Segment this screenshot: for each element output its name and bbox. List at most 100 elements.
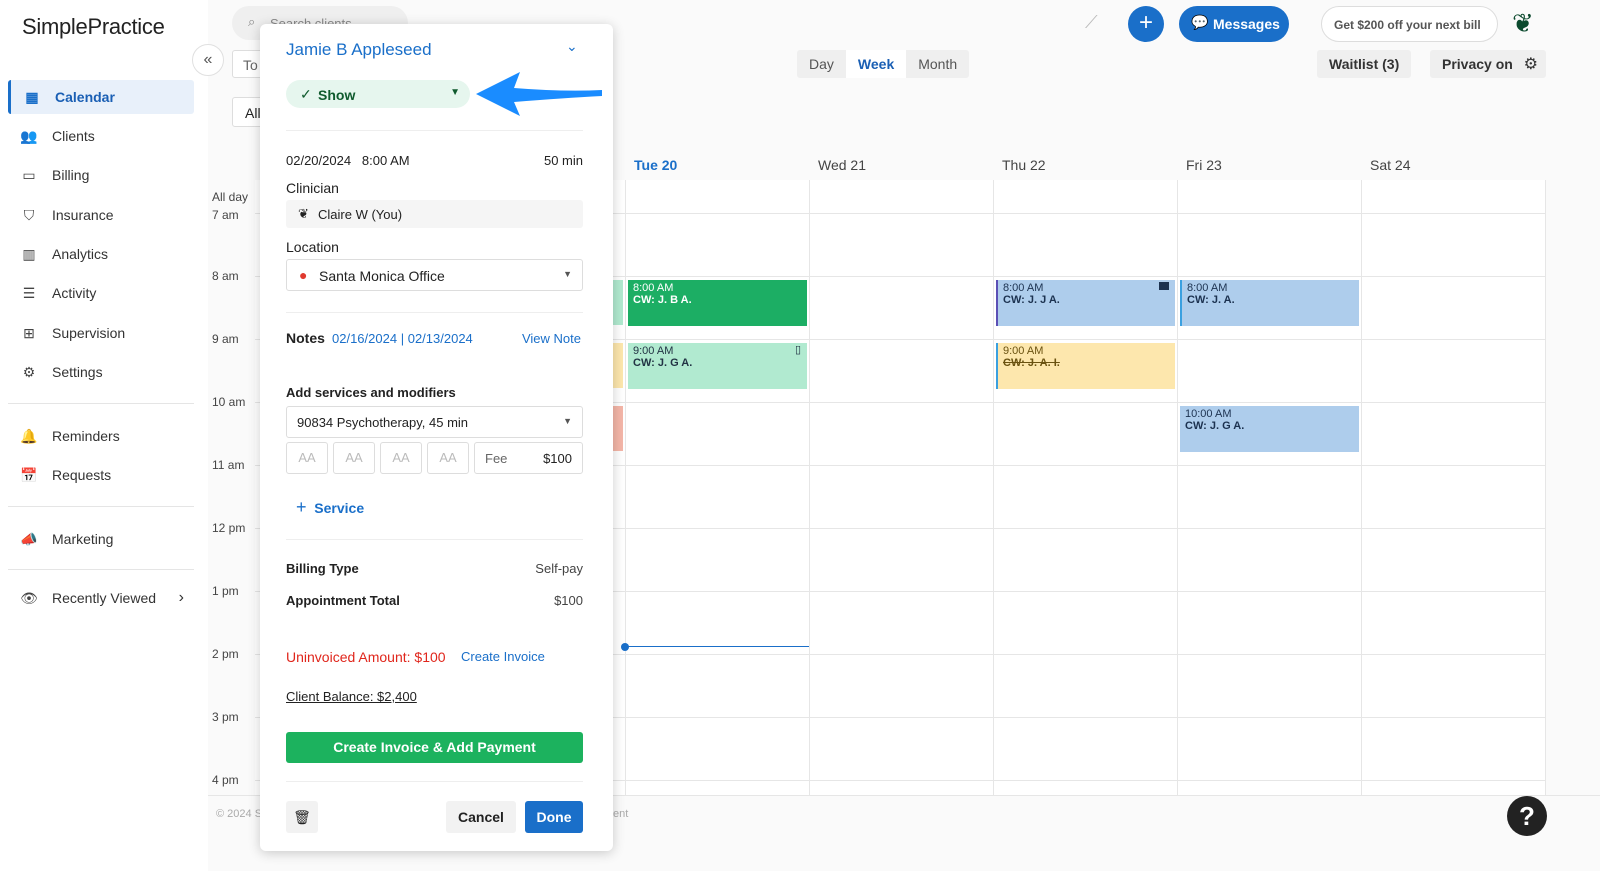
sidebar-item-billing[interactable]: ▭ Billing	[8, 158, 194, 192]
copyright: © 2024 S	[216, 808, 263, 820]
sidebar-item-settings[interactable]: ⚙ Settings	[8, 355, 194, 389]
cancel-button[interactable]: Cancel	[446, 801, 516, 833]
current-time-dot	[621, 643, 629, 651]
view-week[interactable]: Week	[845, 50, 907, 78]
hour-label: 12 pm	[212, 521, 246, 535]
status-select[interactable]: ✓ Show ▼	[286, 80, 470, 108]
hour-label: 7 am	[212, 208, 239, 222]
event-title: CW: J. J A.	[1003, 294, 1060, 306]
add-service-button[interactable]: + Service	[296, 497, 364, 518]
promo-button[interactable]: Get $200 off your next bill	[1321, 6, 1498, 42]
note-link[interactable]: 02/16/2024	[332, 331, 397, 346]
column-divider	[993, 180, 994, 795]
privacy-toggle[interactable]: Privacy on ⚙	[1430, 50, 1546, 78]
column-divider	[1177, 180, 1178, 795]
calendar-event[interactable]: 9:00 AM CW: J. A. I.	[996, 343, 1175, 389]
column-divider	[1361, 180, 1362, 795]
calendar-event[interactable]: 8:00 AM CW: J. A.	[1180, 280, 1359, 326]
calendar-event[interactable]	[613, 280, 623, 325]
modifier-input[interactable]: AA	[333, 442, 375, 474]
view-month[interactable]: Month	[906, 50, 969, 78]
sidebar-item-supervision[interactable]: ⊞ Supervision	[8, 316, 194, 350]
sidebar-item-marketing[interactable]: 📣 Marketing	[8, 522, 194, 556]
divider	[286, 539, 583, 540]
sidebar-item-label: Analytics	[52, 246, 109, 262]
modifier-input[interactable]: AA	[427, 442, 469, 474]
create-invoice-payment-button[interactable]: Create Invoice & Add Payment	[286, 732, 583, 763]
collapse-sidebar-button[interactable]: «	[192, 44, 224, 76]
chevron-down-icon[interactable]: ⌄	[566, 38, 578, 55]
sidebar-item-label: Reminders	[52, 428, 120, 444]
sidebar-item-insurance[interactable]: ⛉ Insurance	[8, 198, 194, 232]
calendar-event[interactable]	[613, 343, 623, 388]
done-button[interactable]: Done	[525, 801, 583, 833]
trend-icon[interactable]: ⟋	[1085, 12, 1098, 33]
status-label: Show	[318, 87, 356, 103]
billing-type-label: Billing Type	[286, 561, 359, 576]
sidebar-item-activity[interactable]: ☰ Activity	[8, 276, 194, 310]
event-title: CW: J. A. I.	[1003, 357, 1060, 369]
footer-link: ent	[613, 808, 629, 820]
hour-label: 8 am	[212, 269, 239, 283]
sidebar-item-requests[interactable]: 📅 Requests	[8, 458, 194, 492]
shield-icon: ⛉	[23, 206, 35, 223]
calendar-plus-icon: 📅	[20, 466, 38, 483]
bell-icon: 🔔	[20, 427, 38, 444]
map-pin-icon: ●	[299, 267, 308, 283]
help-button[interactable]: ?	[1507, 796, 1547, 836]
modifier-input[interactable]: AA	[286, 442, 328, 474]
location-select[interactable]: ● Santa Monica Office ▼	[286, 259, 583, 291]
delete-button[interactable]: 🗑	[286, 801, 318, 833]
appointment-datetime[interactable]: 02/20/2024 8:00 AM	[286, 153, 410, 168]
hour-label: 10 am	[212, 395, 246, 409]
supervision-icon: ⊞	[23, 324, 35, 341]
view-note-link[interactable]: View Note	[522, 331, 581, 346]
event-time: 8:00 AM	[1003, 282, 1044, 294]
service-select[interactable]: 90834 Psychotherapy, 45 min ▼	[286, 406, 583, 438]
create-invoice-link[interactable]: Create Invoice	[461, 649, 545, 664]
gear-icon[interactable]: ⚙	[1524, 54, 1538, 74]
chat-icon: 💬	[1191, 14, 1209, 30]
sidebar-item-analytics[interactable]: ▥ Analytics	[8, 237, 194, 271]
add-button[interactable]: +	[1128, 6, 1164, 42]
hour-label: 1 pm	[212, 584, 239, 598]
calendar-event[interactable]: 9:00 AM CW: J. G A. ▯	[628, 343, 807, 389]
users-icon: 👥	[20, 127, 38, 144]
day-header: Thu 22	[1002, 157, 1046, 173]
sidebar-item-label: Recently Viewed	[52, 590, 157, 606]
clinician-field: ❦ Claire W (You)	[286, 200, 583, 228]
account-logo[interactable]: ❦	[1512, 8, 1544, 40]
eye-icon: 👁	[20, 589, 38, 606]
check-icon: ✓	[300, 86, 312, 102]
sidebar-item-calendar[interactable]: ▦ Calendar	[8, 80, 194, 114]
sidebar-item-label: Activity	[52, 285, 97, 301]
event-title: CW: J. A.	[1187, 294, 1235, 306]
modifier-input[interactable]: AA	[380, 442, 422, 474]
messages-button[interactable]: 💬 Messages	[1179, 6, 1289, 42]
fee-input[interactable]: Fee $100	[474, 442, 583, 474]
sidebar-item-clients[interactable]: 👥 Clients	[8, 119, 194, 153]
calendar-event[interactable]: 8:00 AM CW: J. J A.	[996, 280, 1175, 326]
sidebar-item-reminders[interactable]: 🔔 Reminders	[8, 419, 194, 453]
search-icon: ⌕	[248, 14, 256, 29]
waitlist-button[interactable]: Waitlist (3)	[1317, 50, 1412, 78]
calendar-event[interactable]	[613, 406, 623, 451]
current-time-line	[625, 646, 809, 647]
calendar-event[interactable]: 8:00 AM CW: J. B A.	[628, 280, 807, 326]
notes-label: Notes	[286, 330, 325, 346]
sidebar-divider	[8, 403, 194, 404]
sidebar-item-recently-viewed[interactable]: 👁 Recently Viewed ›	[8, 581, 194, 615]
client-balance-link[interactable]: Client Balance: $2,400	[286, 689, 417, 704]
leaf-icon: ❦	[298, 206, 309, 221]
date: 02/20/2024	[286, 153, 352, 168]
calendar-event[interactable]: 10:00 AM CW: J. G A.	[1180, 406, 1359, 452]
view-day[interactable]: Day	[797, 50, 846, 78]
clinician-value: Claire W (You)	[318, 207, 403, 222]
document-icon: ▯	[794, 344, 801, 356]
sidebar-item-label: Supervision	[52, 325, 126, 341]
services-label: Add services and modifiers	[286, 385, 456, 400]
client-name-link[interactable]: Jamie B Appleseed	[286, 40, 432, 60]
caret-down-icon: ▼	[563, 416, 572, 426]
note-link[interactable]: 02/13/2024	[408, 331, 473, 346]
event-time: 10:00 AM	[1185, 408, 1232, 420]
